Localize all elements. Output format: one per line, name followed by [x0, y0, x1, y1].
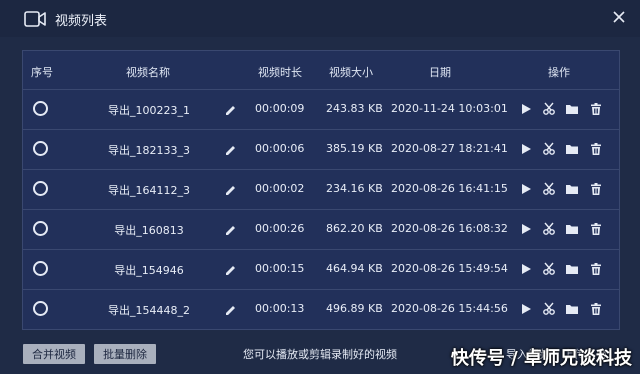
edit-pencil-icon[interactable] [223, 102, 237, 116]
video-name: 导出_164112_3 [108, 184, 190, 197]
table-row: 导出_154946 00:00:15 464.94 KB 2020-08-26 15:… [23, 249, 619, 289]
video-name: 导出_160813 [114, 224, 184, 237]
table-row: 导出_100223_1 00:00:09 243.83 KB 2020-11-24 1… [23, 89, 619, 129]
merge-video-button[interactable]: 合并视频 [23, 344, 85, 364]
header-actions: 操作 [548, 66, 570, 79]
trash-icon[interactable] [589, 182, 603, 196]
header-index: 序号 [31, 66, 53, 79]
video-date: 2020-08-26 15:44:56 [391, 302, 508, 315]
table-row: 导出_164112_3 00:00:02 234.16 KB 2020-08-26 1… [23, 169, 619, 209]
row-select-radio[interactable] [33, 181, 48, 196]
play-icon[interactable] [519, 222, 533, 236]
watermark: 快传号 / 卓师兄谈科技 [450, 348, 632, 369]
table-header: 序号 视频名称 视频时长 视频大小 日期 操作 [23, 51, 619, 89]
video-duration: 00:00:15 [255, 262, 305, 275]
edit-pencil-icon[interactable] [223, 182, 237, 196]
row-select-radio[interactable] [33, 221, 48, 236]
video-size: 243.83 KB [326, 102, 383, 115]
scissors-icon[interactable] [542, 222, 556, 236]
row-select-radio[interactable] [33, 141, 48, 156]
folder-icon[interactable] [565, 262, 579, 276]
trash-icon[interactable] [589, 222, 603, 236]
video-duration: 00:00:06 [255, 142, 305, 155]
trash-icon[interactable] [589, 102, 603, 116]
edit-pencil-icon[interactable] [223, 142, 237, 156]
header-name: 视频名称 [126, 66, 170, 79]
scissors-icon[interactable] [542, 182, 556, 196]
trash-icon[interactable] [589, 262, 603, 276]
video-name: 导出_182133_3 [108, 144, 190, 157]
window-title: 视频列表 [55, 14, 108, 29]
video-date: 2020-11-24 10:03:01 [391, 102, 508, 115]
video-table: 序号 视频名称 视频时长 视频大小 日期 操作 导出_100223_1 00:00… [22, 50, 620, 330]
video-camera-icon [24, 10, 46, 28]
table-row: 导出_160813 00:00:26 862.20 KB 2020-08-26 16:… [23, 209, 619, 249]
video-name: 导出_100223_1 [108, 104, 190, 117]
video-duration: 00:00:02 [255, 182, 305, 195]
row-select-radio[interactable] [33, 101, 48, 116]
play-icon[interactable] [519, 302, 533, 316]
close-icon[interactable] [608, 6, 630, 28]
play-icon[interactable] [519, 142, 533, 156]
folder-icon[interactable] [565, 302, 579, 316]
play-icon[interactable] [519, 262, 533, 276]
video-date: 2020-08-26 15:49:54 [391, 262, 508, 275]
batch-delete-button[interactable]: 批量删除 [94, 344, 156, 364]
video-duration: 00:00:26 [255, 222, 305, 235]
table-row: 导出_182133_3 00:00:06 385.19 KB 2020-08-27 1… [23, 129, 619, 169]
video-date: 2020-08-27 18:21:41 [391, 142, 508, 155]
video-duration: 00:00:13 [255, 302, 305, 315]
scissors-icon[interactable] [542, 302, 556, 316]
edit-pencil-icon[interactable] [223, 262, 237, 276]
scissors-icon[interactable] [542, 262, 556, 276]
hint-text: 您可以播放或剪辑录制好的视频 [243, 348, 397, 361]
video-size: 234.16 KB [326, 182, 383, 195]
folder-icon[interactable] [565, 142, 579, 156]
scissors-icon[interactable] [542, 142, 556, 156]
video-duration: 00:00:09 [255, 102, 305, 115]
video-date: 2020-08-26 16:41:15 [391, 182, 508, 195]
row-select-radio[interactable] [33, 301, 48, 316]
title-bar: 视频列表 [0, 0, 640, 37]
video-date: 2020-08-26 16:08:32 [391, 222, 508, 235]
header-size: 视频大小 [329, 66, 373, 79]
play-icon[interactable] [519, 102, 533, 116]
video-size: 385.19 KB [326, 142, 383, 155]
scissors-icon[interactable] [542, 102, 556, 116]
edit-pencil-icon[interactable] [223, 222, 237, 236]
header-date: 日期 [429, 66, 451, 79]
edit-pencil-icon[interactable] [223, 302, 237, 316]
trash-icon[interactable] [589, 302, 603, 316]
play-icon[interactable] [519, 182, 533, 196]
video-size: 496.89 KB [326, 302, 383, 315]
row-select-radio[interactable] [33, 261, 48, 276]
folder-icon[interactable] [565, 222, 579, 236]
trash-icon[interactable] [589, 142, 603, 156]
video-name: 导出_154448_2 [108, 304, 190, 317]
folder-icon[interactable] [565, 182, 579, 196]
folder-icon[interactable] [565, 102, 579, 116]
video-size: 464.94 KB [326, 262, 383, 275]
header-duration: 视频时长 [258, 66, 302, 79]
video-size: 862.20 KB [326, 222, 383, 235]
table-row: 导出_154448_2 00:00:13 496.89 KB 2020-08-26 1… [23, 289, 619, 329]
video-name: 导出_154946 [114, 264, 184, 277]
